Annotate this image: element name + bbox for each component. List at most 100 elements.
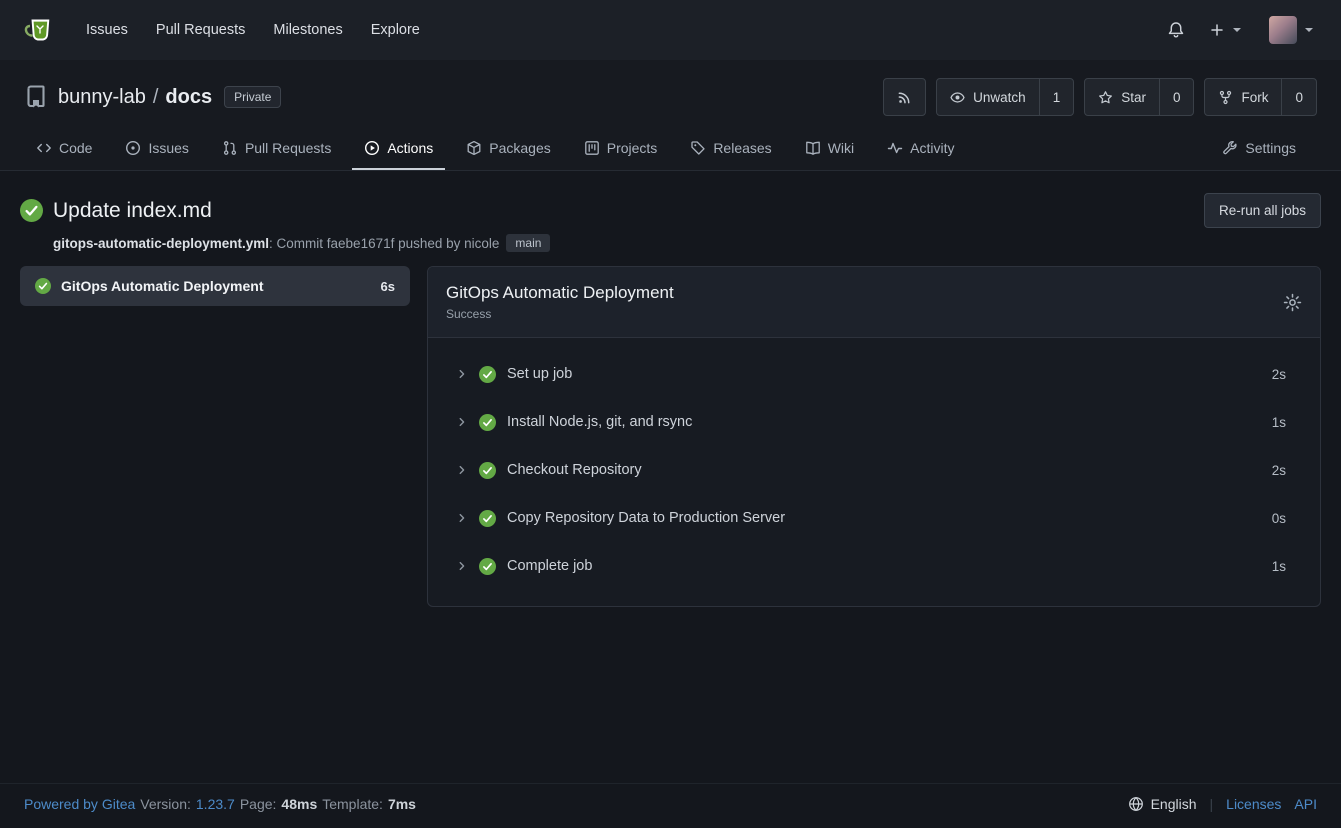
- main-nav: Issues Pull Requests Milestones Explore: [72, 13, 434, 47]
- package-icon: [466, 140, 482, 156]
- tab-label: Settings: [1245, 140, 1296, 156]
- success-check-icon: [479, 366, 496, 383]
- footer-divider: |: [1210, 796, 1214, 812]
- actions-run-page: Update index.md Re-run all jobs gitops-a…: [0, 171, 1341, 783]
- gitea-logo-icon[interactable]: [24, 14, 56, 46]
- fork-label: Fork: [1241, 90, 1268, 105]
- page-time-label: Page:: [240, 796, 277, 812]
- footer-links: English | Licenses API: [1128, 796, 1317, 812]
- repo-title-row: bunny-lab / docs Private Unwatch 1: [24, 78, 1317, 116]
- play-circle-icon: [364, 140, 380, 156]
- version-link[interactable]: 1.23.7: [196, 796, 235, 812]
- step-row[interactable]: Install Node.js, git, and rsync 1s: [428, 398, 1320, 446]
- workflow-file-link[interactable]: gitops-automatic-deployment.yml: [53, 236, 269, 251]
- template-time-value: 7ms: [388, 796, 416, 812]
- fork-button[interactable]: Fork: [1205, 79, 1281, 115]
- fork-button-group: Fork 0: [1204, 78, 1317, 116]
- repo-name-link[interactable]: docs: [165, 86, 212, 109]
- step-duration: 1s: [1272, 559, 1286, 574]
- notifications-button[interactable]: [1167, 21, 1185, 39]
- powered-by-gitea-link[interactable]: Powered by Gitea: [24, 796, 135, 812]
- star-icon: [1098, 90, 1113, 105]
- stars-count[interactable]: 0: [1159, 79, 1194, 115]
- tab-projects[interactable]: Projects: [572, 128, 670, 170]
- success-check-icon: [20, 199, 43, 222]
- success-check-icon: [479, 414, 496, 431]
- job-panel-title: GitOps Automatic Deployment: [446, 282, 674, 304]
- nav-item-pull-requests[interactable]: Pull Requests: [142, 13, 259, 47]
- create-new-dropdown[interactable]: [1209, 22, 1245, 38]
- tab-wiki[interactable]: Wiki: [793, 128, 866, 170]
- nav-item-milestones[interactable]: Milestones: [259, 13, 356, 47]
- tab-actions[interactable]: Actions: [352, 128, 445, 170]
- pull-request-icon: [222, 140, 238, 156]
- user-avatar: [1269, 16, 1297, 44]
- forks-count[interactable]: 0: [1281, 79, 1316, 115]
- repo-icon: [24, 85, 48, 109]
- project-board-icon: [584, 140, 600, 156]
- tab-label: Issues: [148, 140, 188, 156]
- language-selector[interactable]: English: [1128, 796, 1197, 812]
- chevron-right-icon: [455, 415, 469, 429]
- job-list-sidebar: GitOps Automatic Deployment 6s: [20, 266, 410, 306]
- tab-label: Packages: [489, 140, 550, 156]
- watchers-count[interactable]: 1: [1039, 79, 1074, 115]
- code-icon: [36, 140, 52, 156]
- job-panel-title-block: GitOps Automatic Deployment Success: [446, 282, 674, 322]
- step-name: Copy Repository Data to Production Serve…: [507, 510, 1272, 526]
- branch-badge[interactable]: main: [506, 234, 550, 252]
- chevron-right-icon: [455, 463, 469, 477]
- job-duration: 6s: [381, 279, 395, 294]
- visibility-badge: Private: [224, 86, 281, 108]
- licenses-link[interactable]: Licenses: [1226, 796, 1281, 812]
- tab-label: Releases: [713, 140, 771, 156]
- tab-code[interactable]: Code: [24, 128, 104, 170]
- tab-releases[interactable]: Releases: [678, 128, 783, 170]
- success-check-icon: [479, 510, 496, 527]
- job-panel-header: GitOps Automatic Deployment Success: [428, 267, 1320, 338]
- tab-packages[interactable]: Packages: [454, 128, 562, 170]
- tab-issues[interactable]: Issues: [113, 128, 200, 170]
- api-link[interactable]: API: [1294, 796, 1317, 812]
- run-title: Update index.md: [53, 199, 212, 223]
- gear-icon[interactable]: [1283, 293, 1302, 312]
- watch-button-group: Unwatch 1: [936, 78, 1074, 116]
- nav-item-explore[interactable]: Explore: [357, 13, 434, 47]
- tab-activity[interactable]: Activity: [875, 128, 966, 170]
- language-label: English: [1151, 796, 1197, 812]
- job-steps-list: Set up job 2s Install Node.js, git, and …: [428, 338, 1320, 606]
- navbar-right: [1167, 16, 1317, 44]
- repo-owner-link[interactable]: bunny-lab: [58, 86, 146, 109]
- star-label: Star: [1121, 90, 1146, 105]
- user-menu-dropdown[interactable]: [1269, 16, 1317, 44]
- plus-icon: [1209, 22, 1225, 38]
- nav-item-issues[interactable]: Issues: [72, 13, 142, 47]
- rerun-all-jobs-button[interactable]: Re-run all jobs: [1204, 193, 1321, 228]
- step-row[interactable]: Checkout Repository 2s: [428, 446, 1320, 494]
- job-detail-panel: GitOps Automatic Deployment Success Set …: [427, 266, 1321, 607]
- step-duration: 0s: [1272, 511, 1286, 526]
- unwatch-button[interactable]: Unwatch: [937, 79, 1039, 115]
- run-subtitle: gitops-automatic-deployment.yml: Commit …: [53, 234, 1321, 252]
- commit-info-text: : Commit faebe1671f pushed by nicole: [269, 236, 499, 251]
- tab-label: Code: [59, 140, 92, 156]
- star-button[interactable]: Star: [1085, 79, 1159, 115]
- job-list-item[interactable]: GitOps Automatic Deployment 6s: [20, 266, 410, 306]
- star-button-group: Star 0: [1084, 78, 1194, 116]
- book-icon: [805, 140, 821, 156]
- step-row[interactable]: Complete job 1s: [428, 542, 1320, 590]
- rss-button-segment[interactable]: [884, 79, 925, 115]
- globe-icon: [1128, 796, 1144, 812]
- repo-tabs: Code Issues Pull Requests Actions Packag…: [24, 128, 1317, 170]
- tag-icon: [690, 140, 706, 156]
- rss-feed-button[interactable]: [883, 78, 926, 116]
- tab-pull-requests[interactable]: Pull Requests: [210, 128, 343, 170]
- issue-circle-icon: [125, 140, 141, 156]
- tab-label: Activity: [910, 140, 954, 156]
- chevron-right-icon: [455, 559, 469, 573]
- step-row[interactable]: Set up job 2s: [428, 350, 1320, 398]
- success-check-icon: [479, 462, 496, 479]
- bell-icon: [1167, 21, 1185, 39]
- step-row[interactable]: Copy Repository Data to Production Serve…: [428, 494, 1320, 542]
- tab-settings[interactable]: Settings: [1210, 128, 1308, 170]
